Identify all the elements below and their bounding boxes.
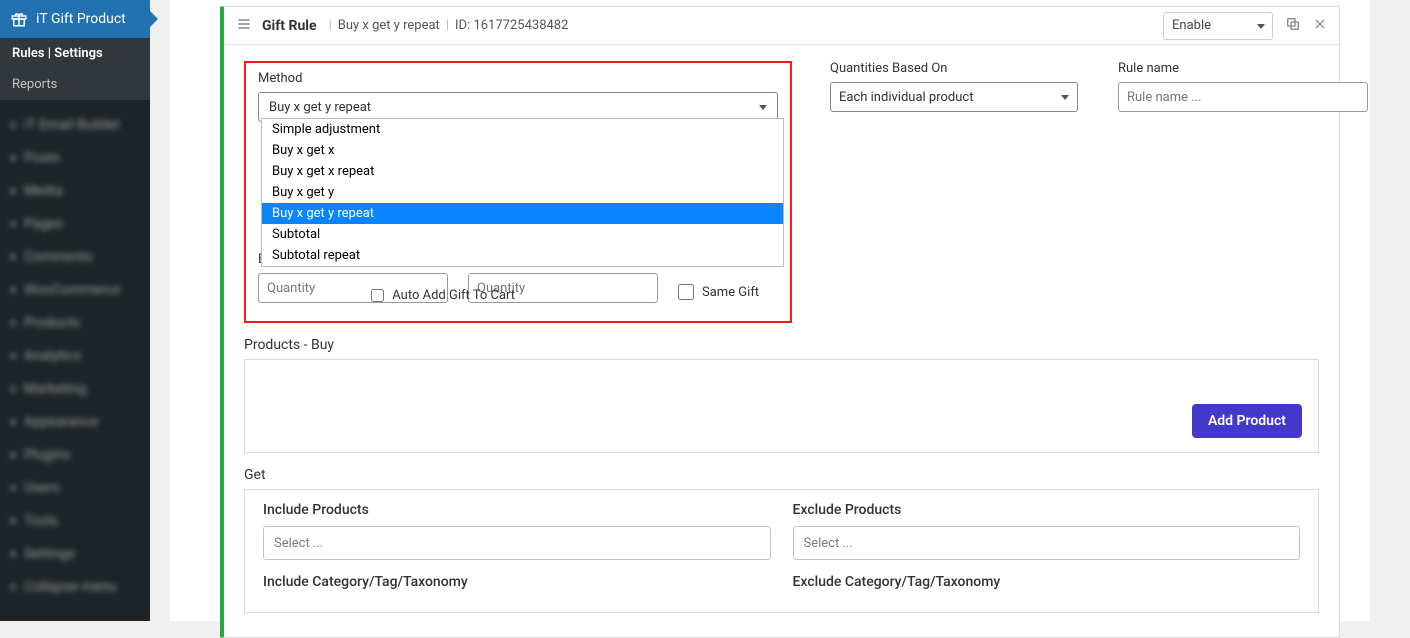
sidebar-blurred: iT Email Builder Posts Media Pages Comme… — [0, 108, 150, 621]
rule-title: Gift Rule — [262, 18, 317, 34]
get-grid: Include Products Select ... Exclude Prod… — [244, 489, 1319, 613]
chevron-down-icon — [759, 105, 767, 110]
get-section-label: Get — [244, 467, 1319, 483]
enable-select[interactable]: Enable — [1163, 12, 1273, 40]
method-option-selected[interactable]: Buy x get y repeat — [262, 203, 783, 224]
exclude-category-label: Exclude Category/Tag/Taxonomy — [793, 574, 1301, 590]
auto-add-label: Auto Add Gift To Cart — [392, 288, 515, 303]
method-option[interactable]: Buy x get x — [262, 140, 783, 161]
products-buy-section: Products - Buy Add Product — [244, 337, 1319, 453]
sidebar-plugin-label: iT Gift Product — [36, 11, 126, 27]
quantities-label: Quantities Based On — [830, 61, 1090, 76]
auto-add-check[interactable] — [371, 289, 384, 302]
rule-name-input[interactable] — [1118, 82, 1368, 112]
rule-header: Gift Rule | Buy x get y repeat | ID: 161… — [224, 7, 1339, 45]
method-option[interactable]: Simple adjustment — [262, 119, 783, 140]
exclude-products-label: Exclude Products — [793, 502, 1301, 518]
method-option[interactable]: Buy x get y — [262, 182, 783, 203]
rule-name-label: Rule name — [1118, 61, 1378, 76]
drag-icon[interactable] — [236, 16, 254, 36]
separator: | — [329, 18, 332, 33]
quantities-selected: Each individual product — [839, 90, 973, 105]
sidebar-sub-rules[interactable]: Rules | Settings — [0, 38, 150, 69]
method-label: Method — [258, 71, 778, 86]
page: Gift Rule | Buy x get y repeat | ID: 161… — [170, 0, 1370, 621]
rule-card: Gift Rule | Buy x get y repeat | ID: 161… — [220, 6, 1340, 638]
method-option[interactable]: Subtotal repeat — [262, 245, 783, 266]
gift-icon — [10, 10, 28, 28]
include-category-label: Include Category/Tag/Taxonomy — [263, 574, 771, 590]
admin-sidebar: iT Gift Product Rules | Settings Reports… — [0, 0, 150, 621]
sidebar-item-gift-product[interactable]: iT Gift Product — [0, 0, 150, 38]
separator: | — [446, 18, 449, 33]
include-products-select[interactable]: Select ... — [263, 526, 771, 560]
same-gift-check[interactable] — [678, 284, 694, 300]
rule-subtitle: Buy x get y repeat — [338, 18, 440, 33]
add-product-button[interactable]: Add Product — [1192, 404, 1302, 438]
close-icon[interactable] — [1313, 16, 1327, 35]
same-gift-label: Same Gift — [702, 285, 759, 300]
method-dropdown: Simple adjustment Buy x get x Buy x get … — [261, 118, 784, 267]
rule-id: ID: 1617725438482 — [455, 18, 568, 33]
exclude-products-select[interactable]: Select ... — [793, 526, 1301, 560]
method-option[interactable]: Subtotal — [262, 224, 783, 245]
method-option[interactable]: Buy x get x repeat — [262, 161, 783, 182]
method-highlight: Method Buy x get y repeat Simple adjustm… — [244, 61, 792, 323]
quantities-select[interactable]: Each individual product — [830, 82, 1078, 112]
sidebar-submenu: Rules | Settings Reports — [0, 38, 150, 100]
rule-body: Method Buy x get y repeat Simple adjustm… — [224, 45, 1339, 637]
same-gift-checkbox[interactable]: Same Gift — [678, 284, 759, 300]
chevron-down-icon — [1061, 95, 1069, 100]
copy-icon[interactable] — [1285, 16, 1301, 36]
products-buy-label: Products - Buy — [244, 337, 1319, 353]
include-products-label: Include Products — [263, 502, 771, 518]
method-selected-value: Buy x get y repeat — [269, 100, 371, 115]
auto-add-checkbox[interactable]: Auto Add Gift To Cart — [371, 288, 515, 303]
get-section: Get Include Products Select ... Exclude … — [244, 467, 1319, 613]
sidebar-sub-reports[interactable]: Reports — [0, 69, 150, 100]
products-buy-box: Add Product — [244, 359, 1319, 453]
